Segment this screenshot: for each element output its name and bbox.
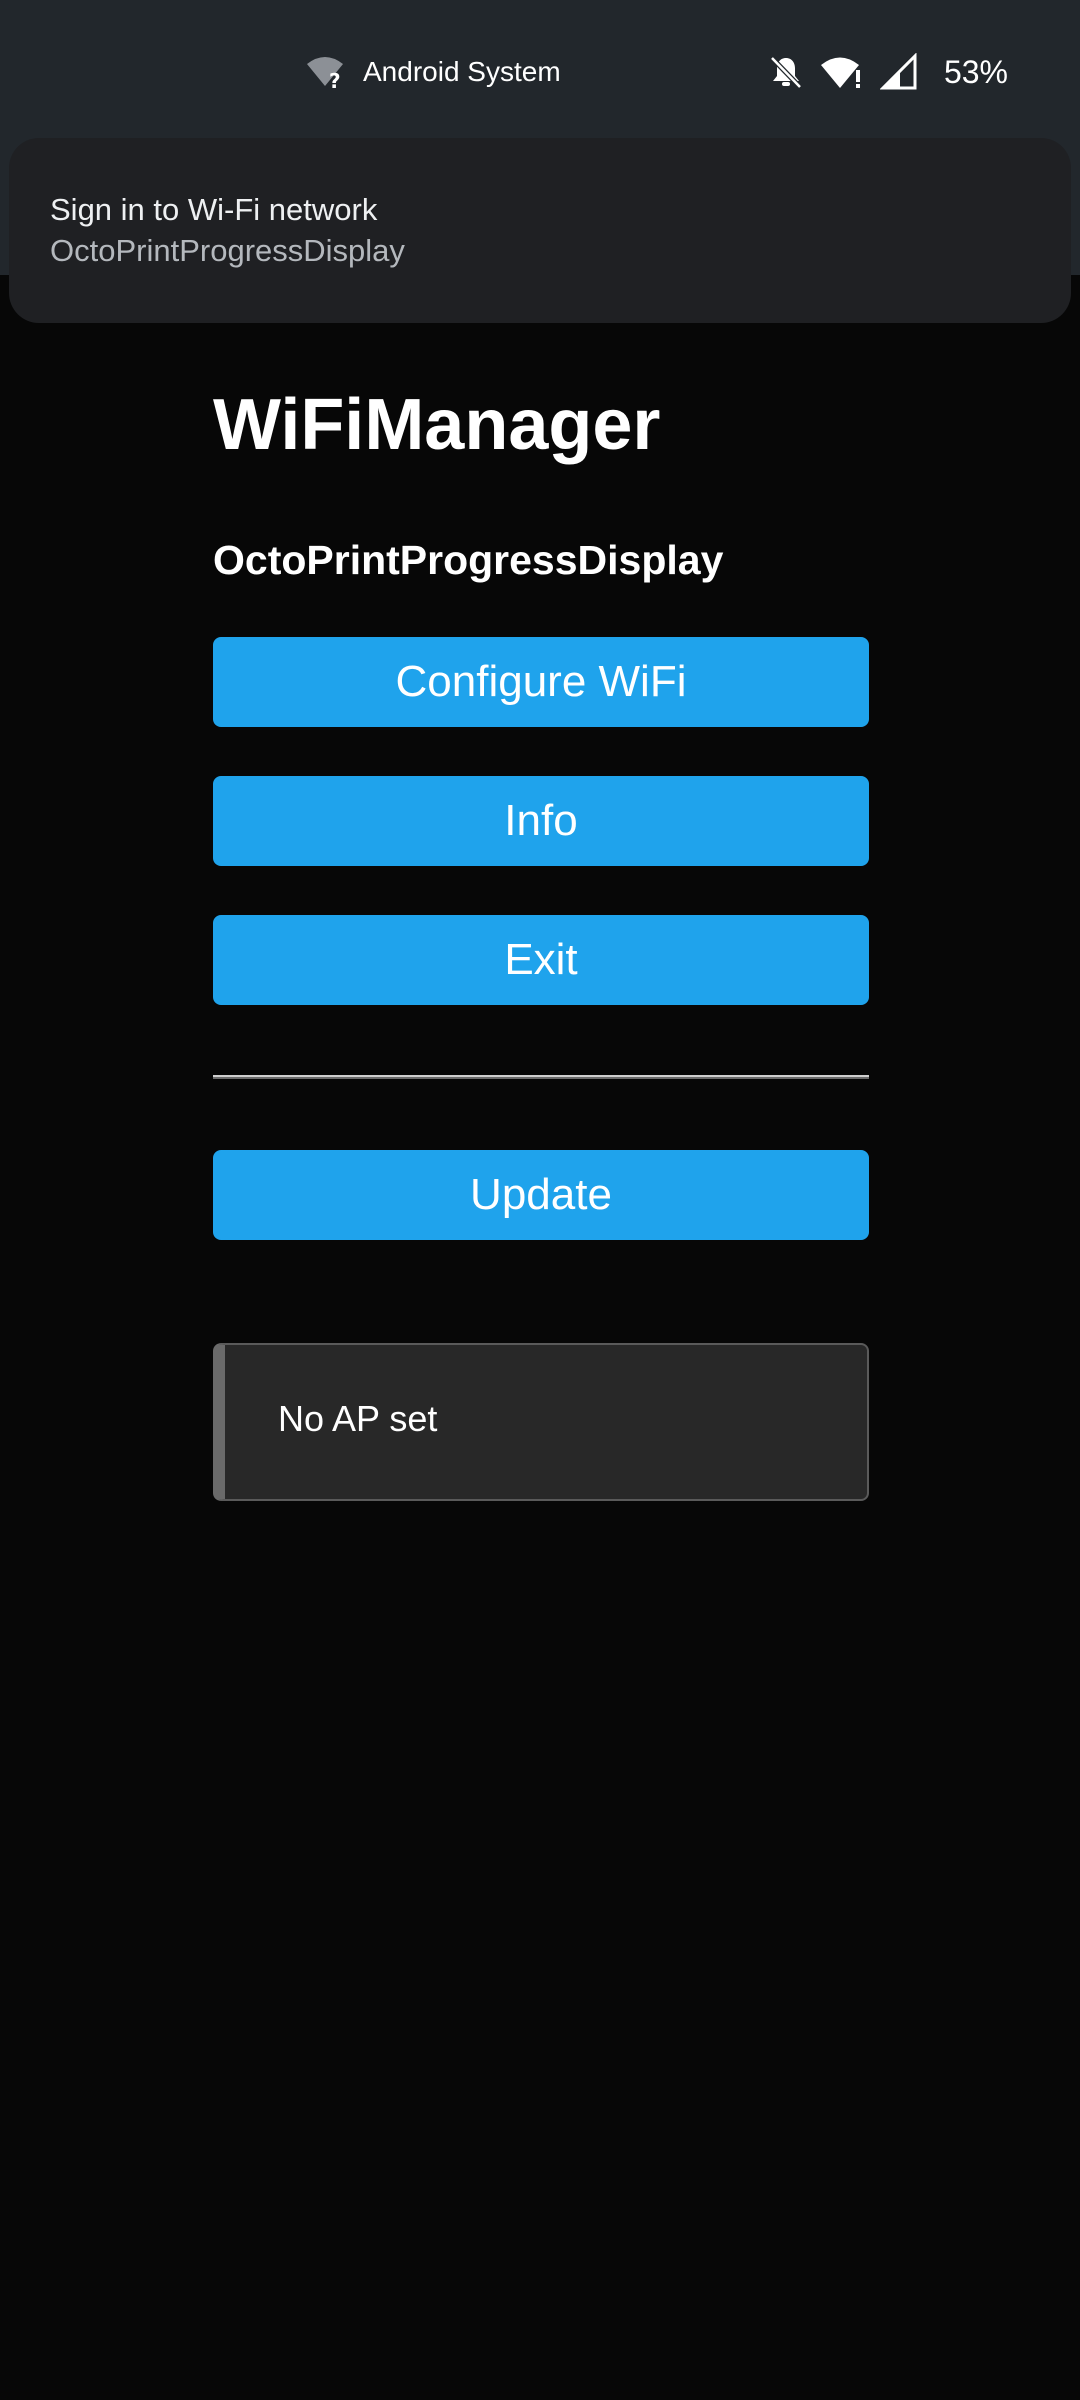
status-message: No AP set — [278, 1398, 438, 1439]
configure-wifi-button[interactable]: Configure WiFi — [213, 637, 869, 727]
status-icons: 53% — [768, 48, 1008, 96]
bell-off-icon — [768, 54, 804, 90]
svg-text:?: ? — [329, 69, 341, 90]
update-button[interactable]: Update — [213, 1150, 869, 1240]
info-button[interactable]: Info — [213, 776, 869, 866]
notification-text: OctoPrintProgressDisplay — [50, 233, 405, 268]
device-name: OctoPrintProgressDisplay — [213, 537, 724, 583]
cell-signal-icon — [879, 53, 918, 91]
exit-button[interactable]: Exit — [213, 915, 869, 1005]
page-title: WiFiManager — [213, 385, 661, 465]
status-message-box: No AP set — [213, 1343, 869, 1501]
sign-in-notification[interactable]: Sign in to Wi-Fi network OctoPrintProgre… — [9, 138, 1071, 323]
wifi-alert-icon — [820, 54, 864, 90]
status-app-label: Android System — [363, 56, 561, 87]
wifi-question-icon: ? — [305, 54, 345, 90]
notification-title: Sign in to Wi-Fi network — [50, 192, 378, 227]
battery-percentage: 53% — [943, 53, 1008, 90]
status-notification-source: ? Android System — [305, 50, 561, 94]
divider — [213, 1075, 869, 1079]
